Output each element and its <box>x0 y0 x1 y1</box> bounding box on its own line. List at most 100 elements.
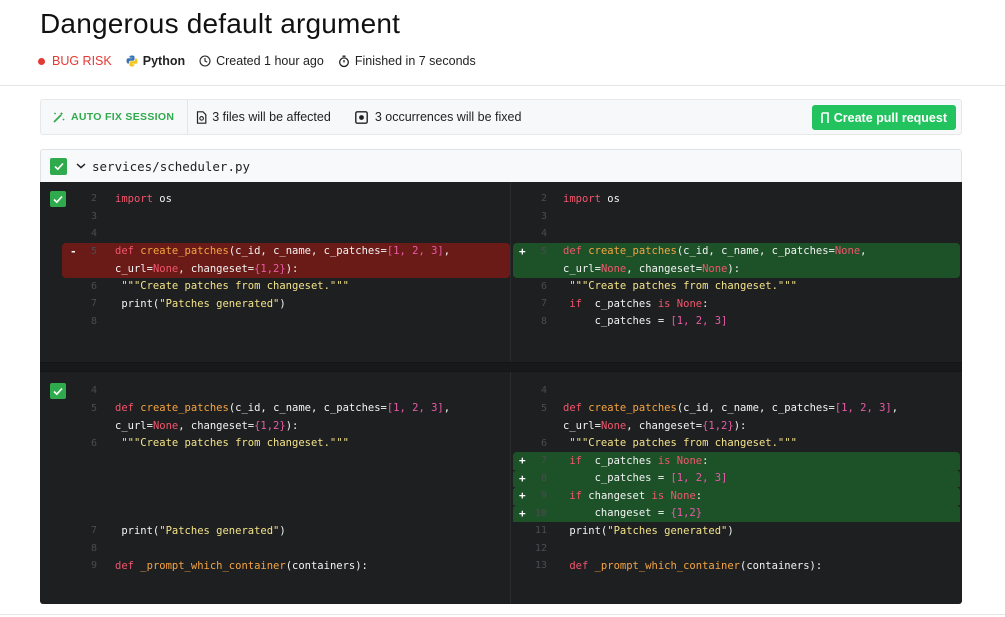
line-number: 5 <box>90 402 97 414</box>
left-code-line: c_url=None, changeset={1,2}): <box>40 260 510 278</box>
line-number: 4 <box>90 228 97 240</box>
python-icon <box>126 55 138 67</box>
pull-request-icon <box>820 111 829 123</box>
right-code-line: 3 <box>511 208 962 226</box>
left-code-line: c_url=None, changeset={1,2}): <box>40 417 510 435</box>
line-number: 4 <box>540 385 547 397</box>
code-text: """Create patches from changeset.""" <box>563 280 797 293</box>
collapse-chevron-icon[interactable] <box>76 163 86 169</box>
code-text: c_patches = [1, 2, 3] <box>563 315 728 328</box>
left-code-line: 7 print("Patches generated") <box>40 522 510 540</box>
line-number: 6 <box>540 437 547 449</box>
autofix-text: AUTO FIX SESSION <box>71 111 175 123</box>
code-text: def create_patches(c_id, c_name, c_patch… <box>115 402 451 415</box>
code-text: changeset = {1,2} <box>563 507 703 520</box>
clock-icon <box>199 55 211 67</box>
code-text: if c_patches is None: <box>563 297 709 310</box>
file-checkbox[interactable] <box>50 157 67 175</box>
files-affected: 3 files will be affected <box>196 110 331 124</box>
code-text: """Create patches from changeset.""" <box>115 280 349 293</box>
code-text: if changeset is None: <box>563 489 703 502</box>
code-text: def _prompt_which_container(containers): <box>563 559 823 572</box>
added-marker: + <box>519 454 526 468</box>
code-text: def create_patches(c_id, c_name, c_patch… <box>563 402 899 415</box>
stopwatch-icon <box>338 55 350 68</box>
code-text: import os <box>115 192 172 205</box>
header-divider <box>0 85 1005 86</box>
code-text: def create_patches(c_id, c_name, c_patch… <box>563 245 867 258</box>
left-code-line: 9 def _prompt_which_container(containers)… <box>40 557 510 575</box>
line-number: 6 <box>540 280 547 292</box>
language-label: Python <box>142 54 186 68</box>
category-badge[interactable]: BUG RISK <box>38 54 112 68</box>
create-pull-request-label: Create pull request <box>833 110 947 125</box>
line-number: 2 <box>90 193 97 205</box>
right-code-line: 12 <box>511 540 962 558</box>
line-number: 7 <box>90 525 97 537</box>
code-text: def _prompt_which_container(containers): <box>115 559 368 572</box>
created-label: Created 1 hour ago <box>216 54 324 68</box>
code-text: c_url=None, changeset={1,2}): <box>115 262 299 275</box>
left-code-line: 4 <box>40 225 510 243</box>
right-code-line: 6 """Create patches from changeset.""" <box>511 435 962 453</box>
line-number: 13 <box>534 560 547 572</box>
code-text: print("Patches generated") <box>115 297 286 310</box>
line-number: 7 <box>90 298 97 310</box>
code-text: c_url=None, changeset={1,2}): <box>563 419 747 432</box>
file-code-icon <box>196 110 207 124</box>
left-code-line: 8 <box>40 540 510 558</box>
line-number: 8 <box>540 315 547 327</box>
line-number: 12 <box>534 542 547 554</box>
line-number: 4 <box>540 228 547 240</box>
left-code-line <box>40 505 510 523</box>
issue-meta: BUG RISK Python Created 1 hour ago Finis… <box>38 54 490 68</box>
code-text: print("Patches generated") <box>115 524 286 537</box>
right-code-line: 11 print("Patches generated") <box>511 522 962 540</box>
code-text: def create_patches(c_id, c_name, c_patch… <box>115 245 451 258</box>
autofix-toolbar: AUTO FIX SESSION 3 files will be affecte… <box>40 99 962 135</box>
hunk-divider <box>40 362 962 372</box>
footer-divider <box>0 614 1005 615</box>
line-number: 3 <box>540 210 547 222</box>
line-number: 5 <box>540 402 547 414</box>
files-affected-label: 3 files will be affected <box>212 110 331 124</box>
finished-label: Finished in 7 seconds <box>354 54 476 68</box>
left-code-line <box>40 470 510 488</box>
right-code-line: 7 if c_patches is None: <box>511 295 962 313</box>
left-code-line: 4 <box>40 382 510 400</box>
file-header: services/scheduler.py <box>40 149 962 182</box>
added-marker: + <box>519 489 526 503</box>
language-badge[interactable]: Python <box>126 54 185 68</box>
left-code-line: 7 print("Patches generated") <box>40 295 510 313</box>
line-number: 2 <box>540 193 547 205</box>
right-code-line: 8 + c_patches = [1, 2, 3] <box>511 470 962 488</box>
line-number: 4 <box>90 385 97 397</box>
removed-marker: - <box>70 244 77 258</box>
code-text: """Create patches from changeset.""" <box>115 437 349 450</box>
target-icon <box>354 110 368 124</box>
code-text: print("Patches generated") <box>563 524 734 537</box>
right-code-line: c_url=None, changeset=None): <box>511 260 962 278</box>
line-number: 6 <box>90 437 97 449</box>
right-code-line: 10 + changeset = {1,2} <box>511 505 962 523</box>
right-code-line: 5 def create_patches(c_id, c_name, c_patc… <box>511 400 962 418</box>
left-code-line <box>40 487 510 505</box>
left-code-line: 5 def create_patches(c_id, c_name, c_patc… <box>40 400 510 418</box>
code-text: if c_patches is None: <box>563 454 709 467</box>
finished-info: Finished in 7 seconds <box>338 54 476 68</box>
right-code-line: 8 c_patches = [1, 2, 3] <box>511 313 962 331</box>
line-number: 6 <box>90 280 97 292</box>
right-code-line: 7 + if c_patches is None: <box>511 452 962 470</box>
code-text: c_url=None, changeset={1,2}): <box>115 419 299 432</box>
create-pull-request-button[interactable]: Create pull request <box>811 105 956 130</box>
left-code-line: 6 """Create patches from changeset.""" <box>40 278 510 296</box>
added-marker: + <box>519 506 526 520</box>
right-code-line: 2 import os <box>511 190 962 208</box>
left-code-line: 3 <box>40 208 510 226</box>
page-title: Dangerous default argument <box>40 8 401 39</box>
code-text: """Create patches from changeset.""" <box>563 437 797 450</box>
right-code-line: c_url=None, changeset={1,2}): <box>511 417 962 435</box>
right-code-line: 4 <box>511 225 962 243</box>
line-number: 7 <box>540 298 547 310</box>
line-number: 11 <box>534 525 547 537</box>
